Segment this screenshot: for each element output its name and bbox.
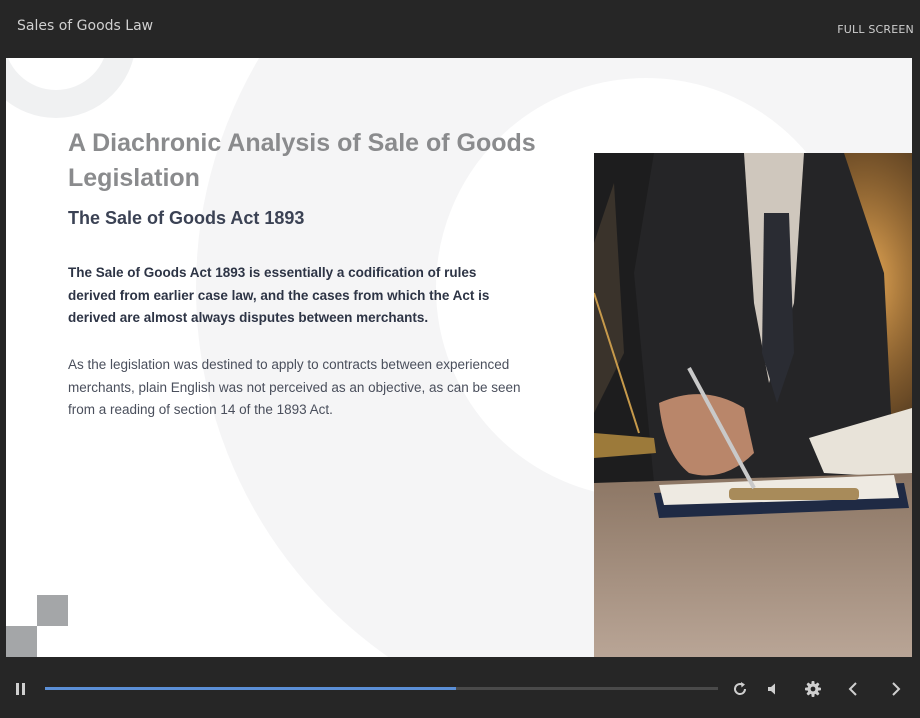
body-paragraph: As the legislation was destined to apply…	[68, 357, 521, 417]
progress-fill	[45, 687, 456, 690]
volume-icon[interactable]	[764, 679, 784, 699]
businessman-signing-photo	[594, 153, 912, 657]
course-title: Sales of Goods Law	[17, 18, 154, 34]
decorative-square	[6, 626, 37, 657]
replay-icon[interactable]	[730, 679, 750, 699]
settings-icon[interactable]	[803, 679, 823, 699]
decorative-arc	[6, 58, 136, 118]
top-bar: Sales of Goods Law FULL SCREEN	[0, 0, 920, 58]
intro-paragraph: The Sale of Goods Act 1893 is essentiall…	[68, 265, 490, 325]
player-controls	[0, 657, 920, 718]
decorative-square	[37, 595, 68, 626]
photo-illustration	[594, 153, 912, 657]
slide-canvas: A Diachronic Analysis of Sale of Goods L…	[6, 58, 912, 657]
fullscreen-button[interactable]: FULL SCREEN	[837, 23, 914, 36]
slide-subtitle: The Sale of Goods Act 1893	[68, 208, 305, 228]
pause-icon[interactable]	[11, 679, 31, 699]
progress-bar[interactable]	[45, 687, 718, 690]
previous-icon[interactable]	[843, 679, 863, 699]
next-icon[interactable]	[886, 679, 906, 699]
slide-title: A Diachronic Analysis of Sale of Goods L…	[68, 129, 536, 192]
